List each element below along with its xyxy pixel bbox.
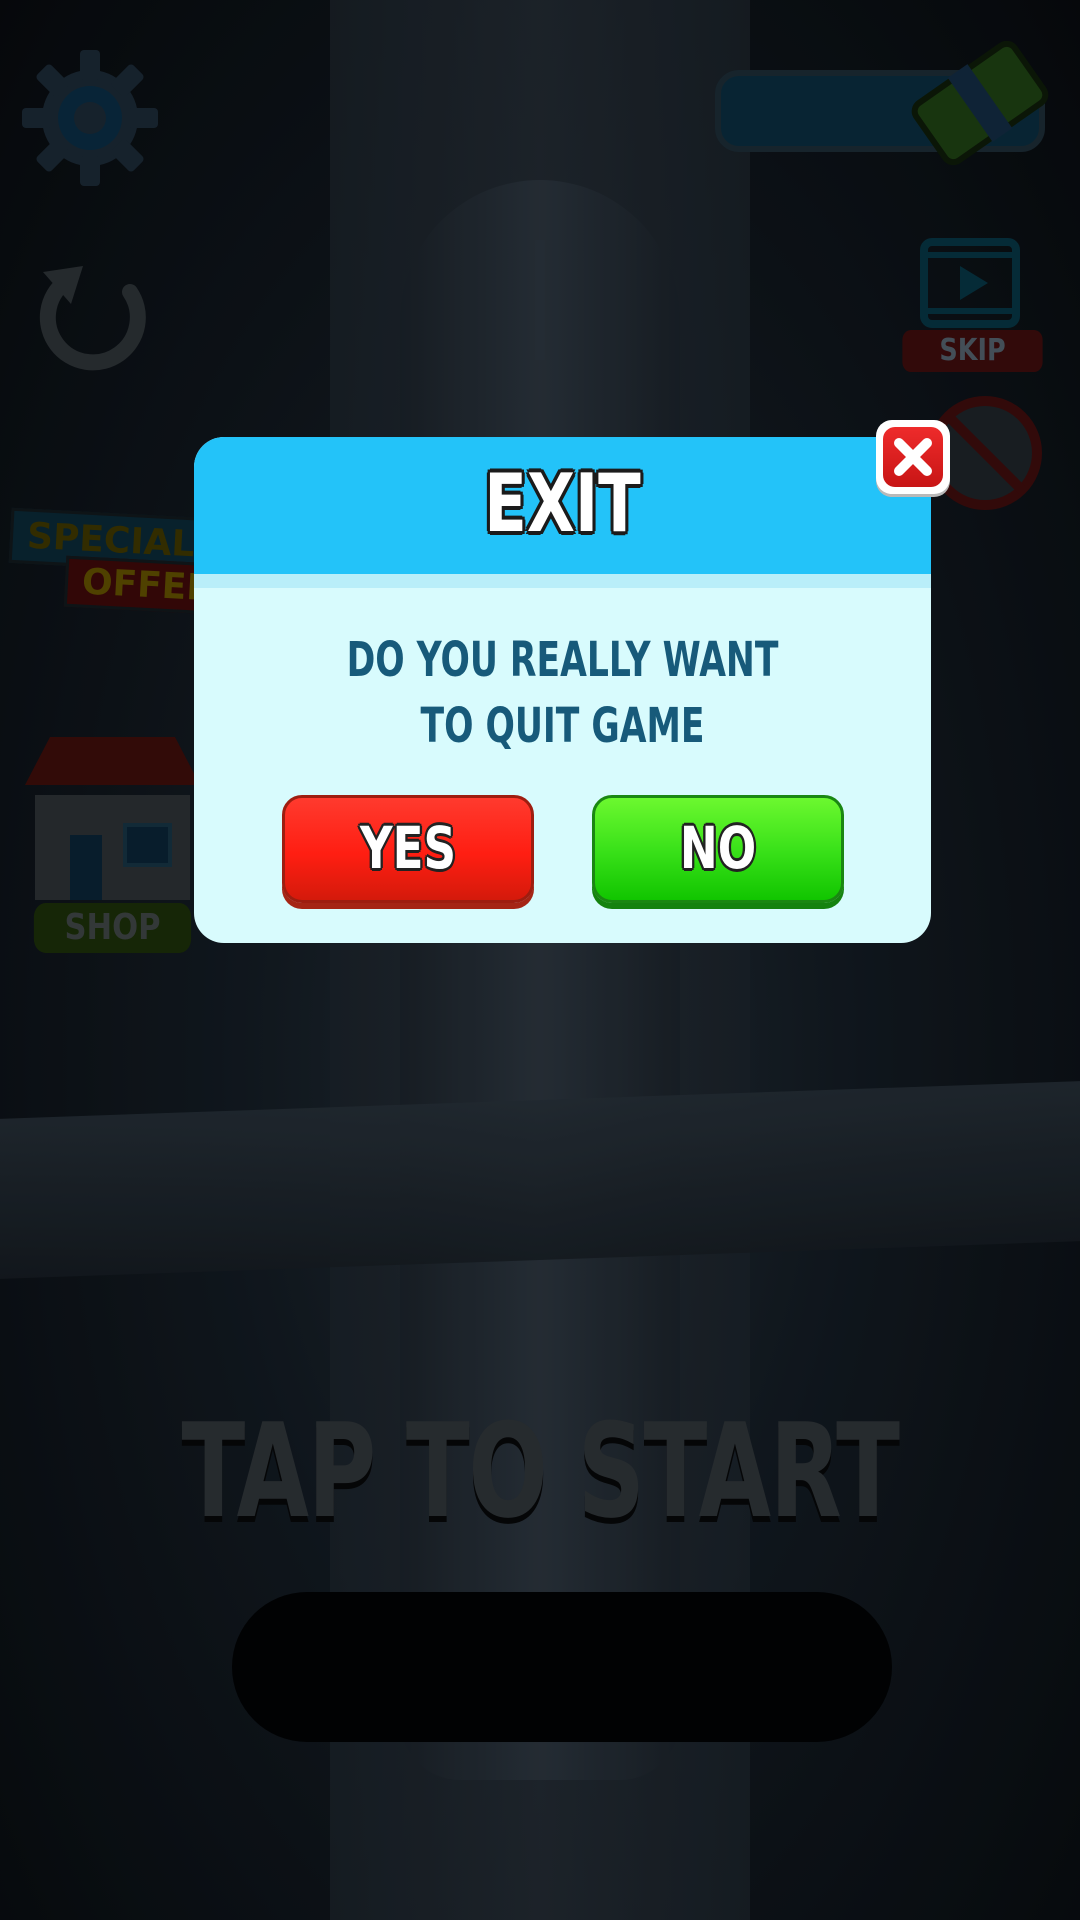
dialog-message-line2: TO QUIT GAME bbox=[420, 698, 705, 754]
dialog-message-line1: DO YOU REALLY WANT bbox=[346, 632, 779, 688]
yes-button-label: YES bbox=[359, 814, 457, 882]
dialog-header-edge bbox=[194, 574, 931, 588]
no-button[interactable]: NO bbox=[592, 795, 844, 903]
exit-dialog: EXIT DO YOU REALLY WANT TO QUIT GAME YES… bbox=[194, 437, 931, 943]
close-icon bbox=[894, 438, 932, 476]
dialog-title: EXIT bbox=[484, 457, 641, 550]
dialog-message: DO YOU REALLY WANT TO QUIT GAME bbox=[297, 627, 828, 759]
close-button[interactable] bbox=[876, 420, 950, 494]
modal-overlay bbox=[0, 0, 1080, 1920]
no-button-label: NO bbox=[679, 814, 757, 882]
dialog-header: EXIT bbox=[194, 437, 931, 574]
close-button-inner bbox=[883, 427, 943, 487]
yes-button[interactable]: YES bbox=[282, 795, 534, 903]
